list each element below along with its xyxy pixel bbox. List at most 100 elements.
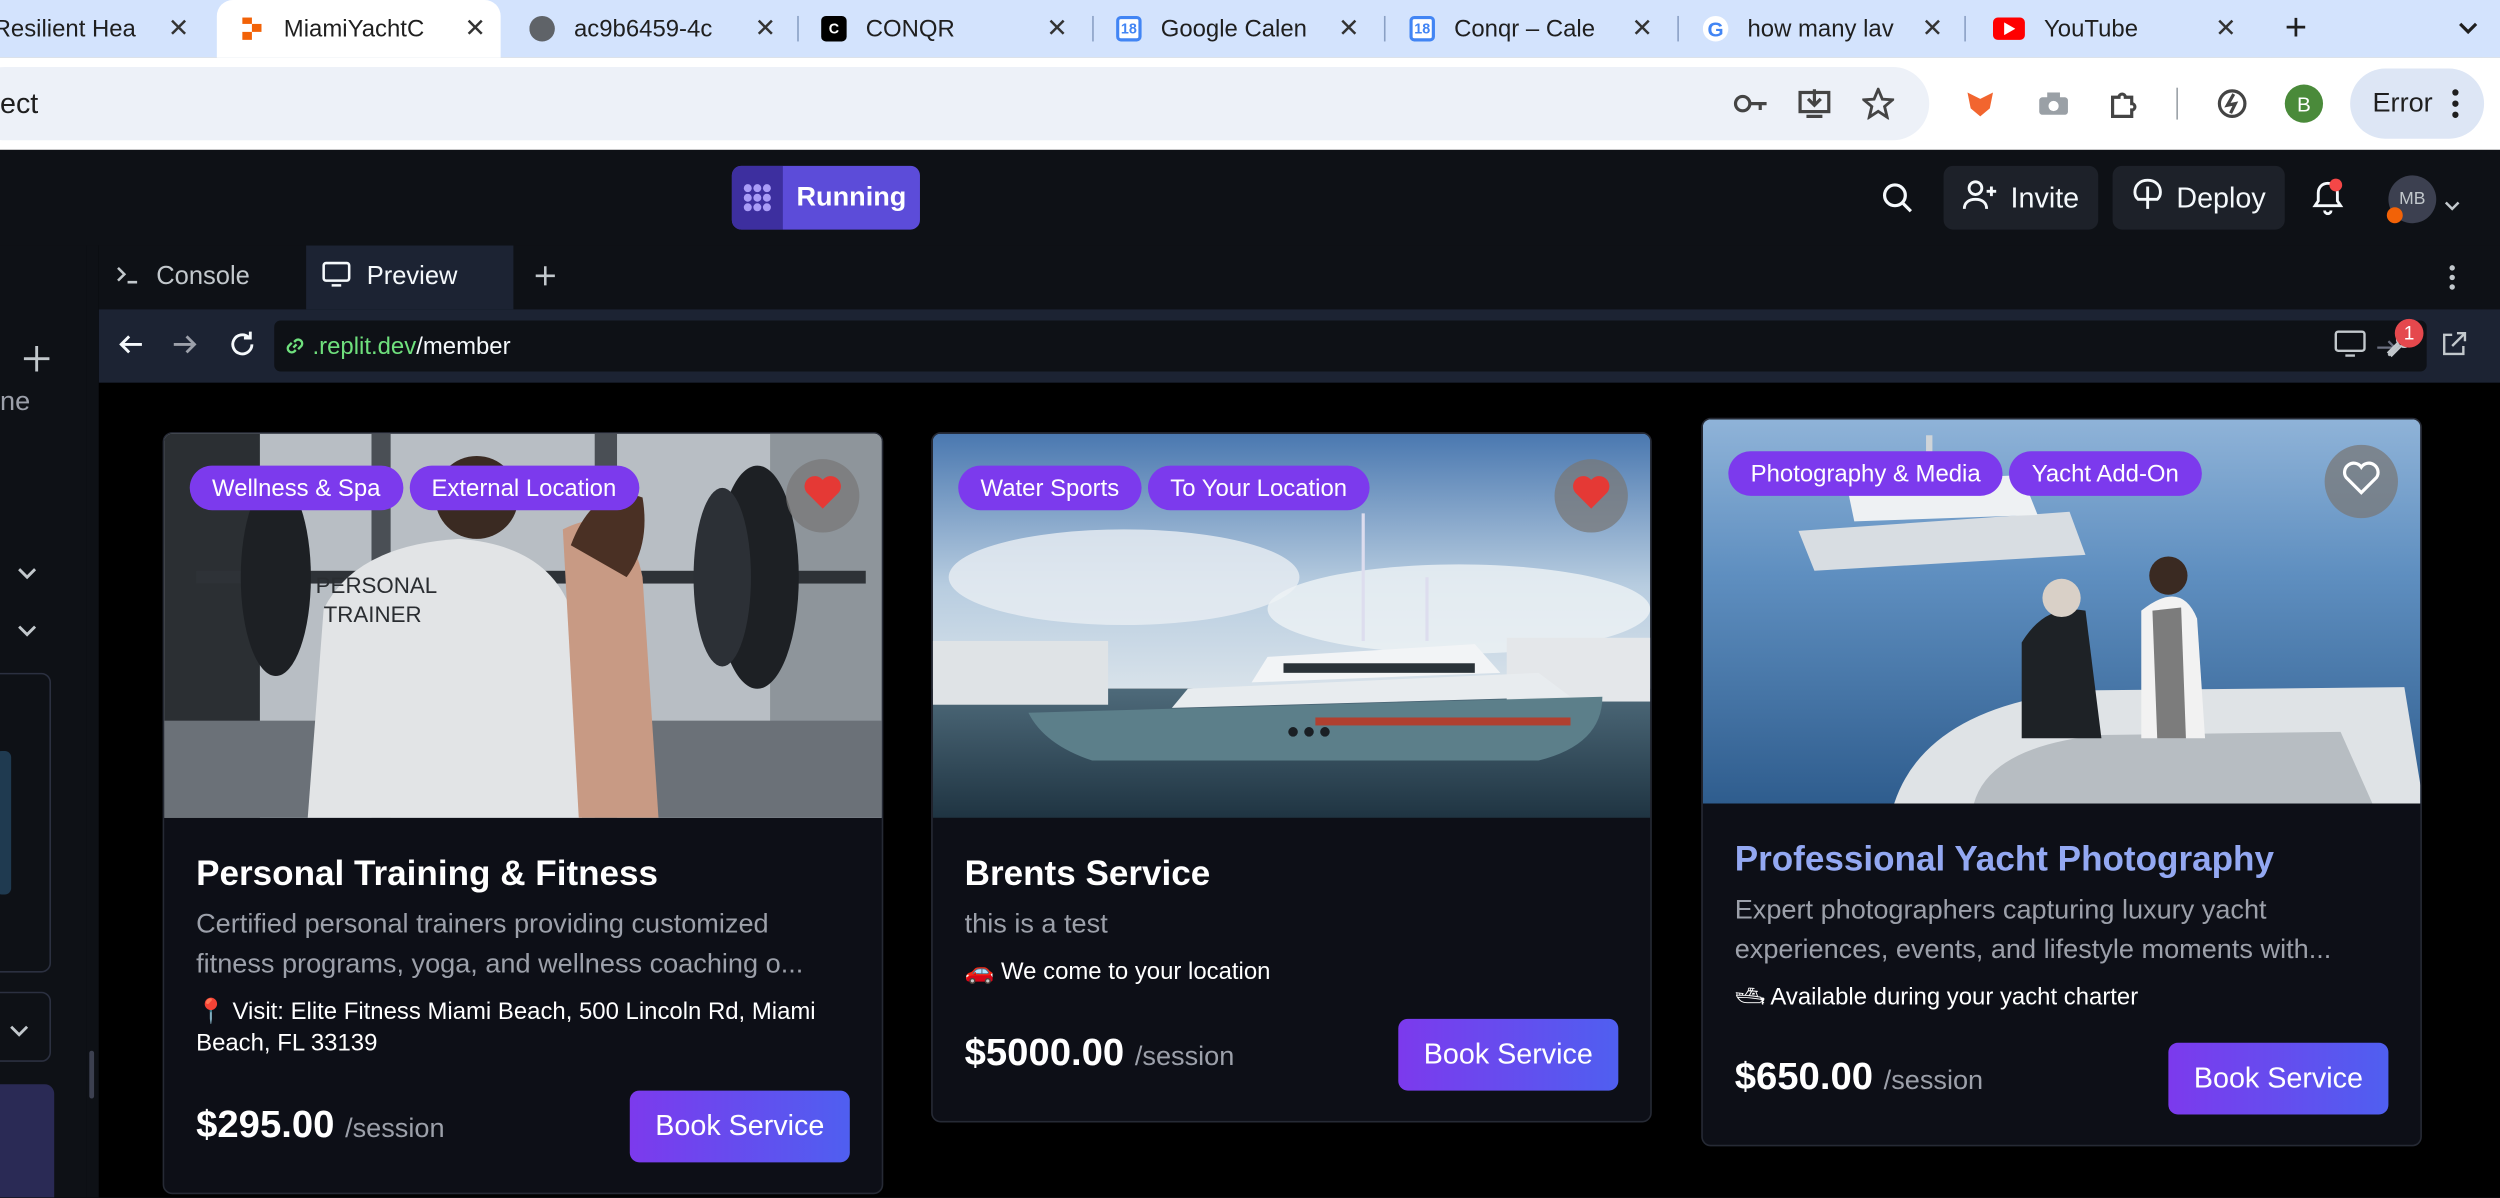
- tab-conqr-calendar[interactable]: 18 Conqr – Cale ✕: [1409, 0, 1658, 57]
- sidebar-section[interactable]: [0, 991, 52, 1062]
- close-tab-icon[interactable]: ✕: [459, 13, 491, 45]
- back-arrow-icon[interactable]: [118, 332, 144, 358]
- tab-ac9b6459[interactable]: ac9b6459-4c ✕: [529, 0, 781, 57]
- card-body: Personal Training & Fitness Certified pe…: [164, 818, 881, 1092]
- location-badge: External Location: [409, 465, 639, 511]
- run-label: Running: [796, 181, 907, 213]
- chevron-down-icon[interactable]: [16, 619, 38, 648]
- close-tab-icon[interactable]: ✕: [749, 13, 781, 45]
- tab-youtube[interactable]: YouTube ✕: [1993, 0, 2242, 57]
- close-tab-icon[interactable]: ✕: [163, 13, 195, 45]
- camera-icon[interactable]: [2034, 57, 2072, 149]
- tab-google-calendar[interactable]: 18 Google Calen ✕: [1116, 0, 1365, 57]
- install-app-icon[interactable]: [1795, 67, 1833, 140]
- notification-dot: [2329, 178, 2343, 192]
- add-file-icon[interactable]: [22, 344, 51, 381]
- open-external-icon[interactable]: [2439, 330, 2468, 359]
- close-tab-icon[interactable]: ✕: [1916, 13, 1948, 45]
- tab-preview[interactable]: Preview: [306, 245, 514, 310]
- tab-separator: [1092, 15, 1094, 42]
- thumbnail-image: [0, 750, 12, 895]
- add-user-icon: [1962, 178, 1998, 218]
- chevron-down-icon[interactable]: [16, 561, 38, 590]
- card-body: Professional Yacht Photography Expert ph…: [1703, 804, 2420, 1046]
- avatar-badge: [2386, 207, 2403, 224]
- deploy-label: Deploy: [2176, 180, 2266, 213]
- search-icon[interactable]: [1881, 182, 1913, 222]
- service-card[interactable]: Photography & Media Yacht Add-On Profess…: [1701, 417, 2422, 1147]
- shirt-text-line1: PERSONAL: [316, 573, 438, 598]
- new-tab-plus-icon[interactable]: [533, 263, 559, 289]
- close-tab-icon[interactable]: ✕: [1626, 13, 1658, 45]
- close-tab-icon[interactable]: ✕: [2210, 13, 2242, 45]
- price-value: $295.00: [196, 1103, 335, 1147]
- service-image-trainer: PERSONAL TRAINER Wellness & Spa External…: [164, 433, 882, 818]
- chevron-down-icon: [2457, 15, 2479, 42]
- performance-icon[interactable]: [2213, 57, 2251, 149]
- addon-badge: Yacht Add-On: [2009, 451, 2202, 496]
- close-tab-icon[interactable]: ✕: [1041, 13, 1073, 45]
- youtube-icon: [1993, 17, 2025, 40]
- tab-separator: [797, 15, 799, 42]
- price-unit: /session: [1883, 1065, 1984, 1096]
- address-bar[interactable]: ect: [0, 66, 1930, 141]
- error-menu-button[interactable]: Error: [2350, 68, 2485, 139]
- run-button[interactable]: Running: [731, 165, 920, 230]
- tab-conqr[interactable]: C CONQR ✕: [821, 0, 1073, 57]
- category-badge: Wellness & Spa: [189, 465, 403, 511]
- service-image-yacht: Water Sports To Your Location: [932, 433, 1651, 818]
- new-tab-button[interactable]: +: [2277, 0, 2315, 57]
- extension-fox-icon[interactable]: [1961, 57, 1999, 149]
- close-tab-icon[interactable]: ✕: [1333, 13, 1365, 45]
- heart-filled-icon: [802, 473, 843, 519]
- card-description: this is a test: [964, 908, 1108, 940]
- tab-google-search[interactable]: G how many lav ✕: [1702, 0, 1949, 57]
- card-body: Brents Service this is a test 🚗 We come …: [933, 818, 1650, 1020]
- book-service-button[interactable]: Book Service: [2168, 1042, 2389, 1115]
- replit-header: Running Invite Deploy MB: [0, 149, 2500, 246]
- tab-label: Preview: [366, 263, 458, 291]
- tab-resilient[interactable]: Resilient Hea ✕: [0, 0, 195, 57]
- price-unit: /session: [345, 1112, 445, 1144]
- reload-icon[interactable]: [226, 328, 258, 360]
- service-card[interactable]: PERSONAL TRAINER Wellness & Spa External…: [162, 432, 884, 1195]
- deploy-button[interactable]: Deploy: [2112, 165, 2285, 230]
- preview-url-input[interactable]: .replit.dev/member: [274, 320, 2427, 372]
- book-service-button[interactable]: Book Service: [629, 1090, 850, 1163]
- invite-label: Invite: [2010, 180, 2080, 213]
- sidebar-promo-card[interactable]: [0, 1084, 55, 1198]
- service-card[interactable]: Water Sports To Your Location Brents Ser…: [931, 432, 1652, 1123]
- favorite-button[interactable]: [1554, 459, 1628, 533]
- device-monitor-icon[interactable]: [2334, 330, 2366, 359]
- card-description: Expert photographers capturing luxury ya…: [1734, 894, 2332, 965]
- extensions-puzzle-icon[interactable]: [2105, 57, 2143, 149]
- favorite-button[interactable]: [786, 459, 860, 533]
- deploy-icon: [2132, 177, 2164, 218]
- address-text: ect: [0, 87, 39, 120]
- tab-miamiyacht[interactable]: MiamiYachtC ✕: [216, 0, 501, 58]
- terminal-icon: [115, 262, 141, 292]
- tab-console[interactable]: Console: [99, 246, 303, 310]
- resize-handle[interactable]: [89, 1050, 95, 1099]
- heart-outline-icon: [2341, 458, 2382, 504]
- star-bookmark-icon[interactable]: [1859, 67, 1897, 140]
- chevron-down-icon[interactable]: [2444, 191, 2460, 220]
- favorite-button[interactable]: [2324, 444, 2398, 519]
- forward-arrow-icon[interactable]: [172, 332, 198, 358]
- location-badge: To Your Location: [1147, 465, 1370, 511]
- key-icon[interactable]: [1732, 67, 1770, 140]
- heart-filled-icon: [1570, 473, 1611, 519]
- chevron-down-icon: [8, 1019, 30, 1048]
- tab-label: Console: [156, 263, 250, 291]
- book-service-button[interactable]: Book Service: [1398, 1018, 1619, 1091]
- profile-avatar[interactable]: B: [2283, 57, 2324, 149]
- tab-search-button[interactable]: [2436, 0, 2500, 57]
- more-vertical-icon: [2452, 88, 2459, 128]
- shirt-text-line2: TRAINER: [324, 602, 422, 627]
- toolbar-divider: [2176, 87, 2178, 120]
- invite-button[interactable]: Invite: [1943, 165, 2099, 230]
- sidebar-preview-card: [0, 672, 52, 973]
- more-vertical-icon[interactable]: [2449, 265, 2455, 291]
- category-badge: Photography & Media: [1728, 451, 2003, 496]
- panel-tab-bar: Console Preview: [98, 245, 2500, 310]
